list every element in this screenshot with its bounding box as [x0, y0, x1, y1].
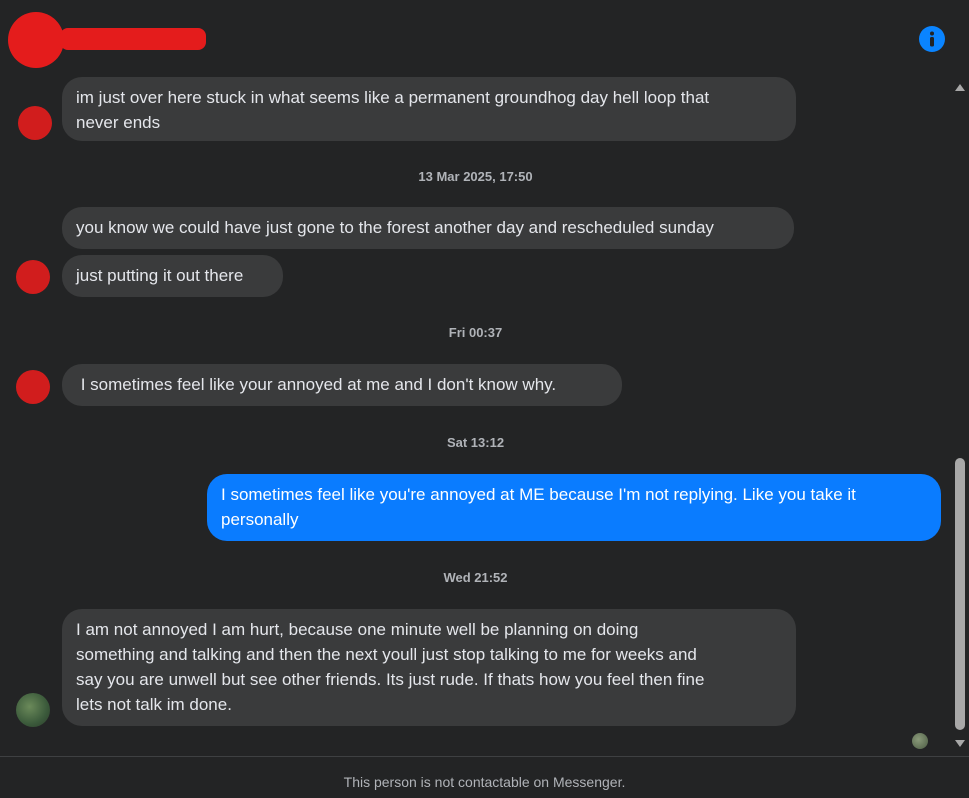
message-timestamp: 13 Mar 2025, 17:50 [418, 169, 533, 184]
scroll-up-arrow-icon[interactable] [955, 84, 965, 91]
outgoing-message[interactable]: I sometimes feel like you're annoyed at … [207, 474, 941, 541]
messenger-window: im just over here stuck in what seems li… [0, 0, 969, 798]
info-button[interactable] [919, 26, 945, 52]
scrollbar-thumb[interactable] [955, 458, 965, 730]
incoming-message[interactable]: you know we could have just gone to the … [62, 207, 794, 249]
incoming-message[interactable]: I am not annoyed I am hurt, because one … [62, 609, 796, 726]
composer-disabled-notice: This person is not contactable on Messen… [0, 756, 969, 798]
incoming-message[interactable]: I sometimes feel like your annoyed at me… [62, 364, 622, 406]
incoming-message[interactable]: im just over here stuck in what seems li… [62, 77, 796, 141]
message-timestamp: Wed 21:52 [443, 570, 508, 585]
message-timestamp: Fri 00:37 [448, 325, 503, 340]
contact-avatar[interactable] [8, 12, 64, 68]
sender-avatar[interactable] [16, 260, 50, 294]
sender-avatar[interactable] [18, 106, 52, 140]
sender-avatar[interactable] [16, 693, 50, 727]
incoming-message[interactable]: just putting it out there [62, 255, 283, 297]
conversation-header [0, 0, 969, 76]
scroll-down-arrow-icon[interactable] [955, 740, 965, 747]
sender-avatar[interactable] [16, 370, 50, 404]
contact-name[interactable] [60, 28, 206, 50]
info-icon [930, 31, 934, 47]
message-timestamp: Sat 13:12 [446, 435, 505, 450]
seen-indicator-avatar [912, 733, 928, 749]
message-list[interactable]: im just over here stuck in what seems li… [0, 76, 951, 756]
